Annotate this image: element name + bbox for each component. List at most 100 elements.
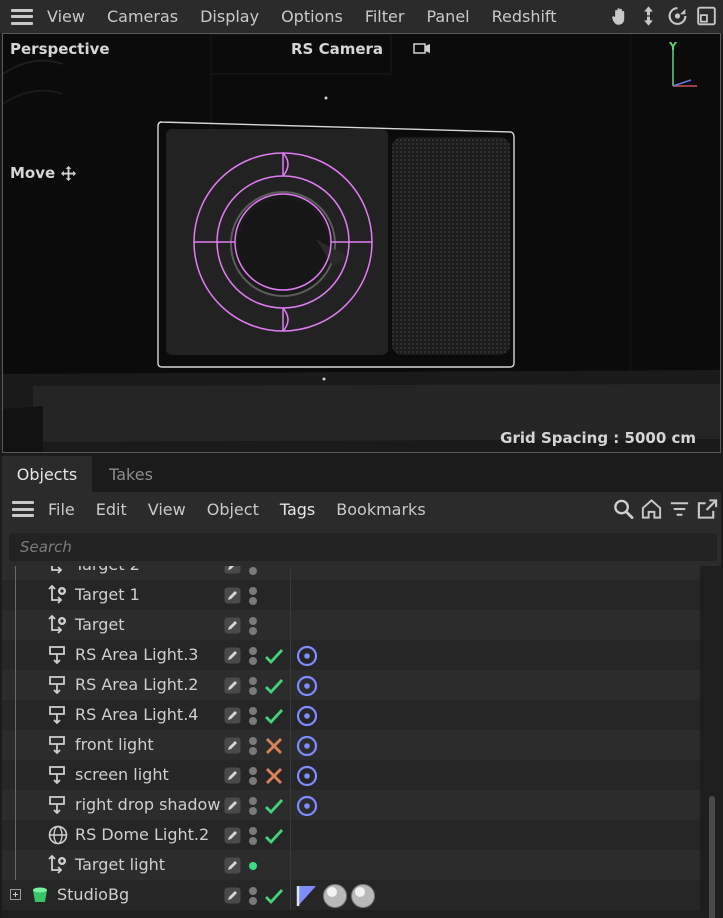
menu-view-objects[interactable]: View — [148, 500, 186, 519]
object-name[interactable]: Target 2 — [75, 566, 140, 574]
target-tag-icon[interactable] — [294, 733, 320, 759]
enabled-check-icon[interactable] — [263, 825, 285, 847]
visibility-dot-render[interactable] — [249, 777, 257, 785]
objects-hamburger-icon[interactable] — [12, 501, 34, 517]
material-tag-icon[interactable] — [350, 883, 376, 909]
expand-toggle[interactable] — [10, 889, 21, 900]
object-row[interactable]: RS Area Light.3 — [2, 640, 700, 670]
visibility-dot-editor[interactable] — [249, 887, 257, 895]
menu-panel[interactable]: Panel — [426, 7, 469, 26]
layer-edit-icon[interactable] — [224, 737, 241, 754]
visibility-dot-render[interactable] — [249, 837, 257, 845]
visibility-dot-editor[interactable] — [249, 862, 257, 870]
layer-edit-icon[interactable] — [224, 617, 241, 634]
visibility-dot-render[interactable] — [249, 897, 257, 905]
object-name[interactable]: Target 1 — [75, 585, 140, 604]
object-name[interactable]: RS Dome Light.2 — [75, 825, 209, 844]
visibility-dots[interactable] — [248, 825, 258, 847]
menu-redshift[interactable]: Redshift — [492, 7, 557, 26]
object-row[interactable]: right drop shadow — [2, 790, 700, 820]
viewport-hamburger-icon[interactable] — [11, 8, 33, 25]
visibility-dot-render[interactable] — [249, 717, 257, 725]
search-input[interactable] — [9, 533, 717, 561]
object-row[interactable]: RS Area Light.2 — [2, 670, 700, 700]
layer-edit-icon[interactable] — [224, 647, 241, 664]
object-name[interactable]: screen light — [75, 765, 169, 784]
menu-tags[interactable]: Tags — [280, 500, 315, 519]
disabled-cross-icon[interactable] — [263, 765, 285, 787]
disabled-cross-icon[interactable] — [263, 735, 285, 757]
menu-file[interactable]: File — [48, 500, 75, 519]
object-name[interactable]: RS Area Light.3 — [75, 645, 198, 664]
3d-viewport[interactable]: Perspective Y RS Camera Move Grid Spacin… — [2, 33, 721, 453]
visibility-dots[interactable] — [248, 585, 258, 607]
visibility-dot-editor[interactable] — [249, 797, 257, 805]
target-tag-icon[interactable] — [294, 673, 320, 699]
visibility-dot-editor[interactable] — [249, 827, 257, 835]
visibility-dots[interactable] — [248, 566, 258, 577]
visibility-dots[interactable] — [248, 675, 258, 697]
target-tag-icon[interactable] — [294, 763, 320, 789]
visibility-dot-render[interactable] — [249, 597, 257, 605]
list-scrollbar[interactable] — [709, 796, 715, 918]
menu-filter[interactable]: Filter — [365, 7, 405, 26]
visibility-dot-render[interactable] — [249, 657, 257, 665]
layer-edit-icon[interactable] — [224, 827, 241, 844]
menu-view[interactable]: View — [47, 7, 85, 26]
layer-edit-icon[interactable] — [224, 887, 241, 904]
visibility-dots[interactable] — [248, 885, 258, 907]
object-name[interactable]: Target light — [75, 855, 165, 874]
visibility-dots[interactable] — [248, 735, 258, 757]
layer-edit-icon[interactable] — [224, 797, 241, 814]
visibility-dots[interactable] — [248, 855, 258, 877]
menu-cameras[interactable]: Cameras — [107, 7, 178, 26]
menu-edit[interactable]: Edit — [96, 500, 127, 519]
enabled-check-icon[interactable] — [263, 795, 285, 817]
tab-objects[interactable]: Objects — [2, 456, 92, 492]
layer-edit-icon[interactable] — [224, 566, 241, 574]
material-tag-icon[interactable] — [322, 883, 348, 909]
visibility-dots[interactable] — [248, 645, 258, 667]
visibility-dot-render[interactable] — [249, 687, 257, 695]
new-window-icon[interactable] — [696, 497, 719, 521]
active-camera[interactable]: RS Camera — [291, 40, 383, 58]
object-row[interactable]: Target — [2, 610, 700, 640]
enabled-check-icon[interactable] — [263, 645, 285, 667]
object-row[interactable]: screen light — [2, 760, 700, 790]
visibility-dot-editor[interactable] — [249, 617, 257, 625]
visibility-dots[interactable] — [248, 795, 258, 817]
visibility-dot-editor[interactable] — [249, 677, 257, 685]
enabled-check-icon[interactable] — [263, 675, 285, 697]
visibility-dot-render[interactable] — [249, 747, 257, 755]
visibility-dot-editor[interactable] — [249, 767, 257, 775]
object-name[interactable]: StudioBg — [57, 885, 129, 904]
object-name[interactable]: RS Area Light.4 — [75, 705, 198, 724]
object-row[interactable]: RS Dome Light.2 — [2, 820, 700, 850]
visibility-dots[interactable] — [248, 615, 258, 637]
search-icon[interactable] — [612, 497, 635, 521]
object-name[interactable]: RS Area Light.2 — [75, 675, 198, 694]
target-tag-icon[interactable] — [294, 643, 320, 669]
filter-icon[interactable] — [668, 497, 691, 521]
layer-edit-icon[interactable] — [224, 587, 241, 604]
object-row[interactable]: front light — [2, 730, 700, 760]
object-row[interactable]: Target 2 — [2, 566, 700, 580]
object-name[interactable]: Target — [75, 615, 125, 634]
visibility-dot-editor[interactable] — [249, 647, 257, 655]
object-name[interactable]: right drop shadow — [75, 795, 220, 814]
hand-pan-icon[interactable] — [609, 5, 630, 27]
maximize-view-icon[interactable] — [696, 5, 717, 27]
home-icon[interactable] — [640, 497, 663, 521]
visibility-dots[interactable] — [248, 765, 258, 787]
menu-object[interactable]: Object — [207, 500, 259, 519]
target-tag-icon[interactable] — [294, 703, 320, 729]
phong-tag-icon[interactable] — [294, 883, 320, 909]
layer-edit-icon[interactable] — [224, 767, 241, 784]
menu-display[interactable]: Display — [200, 7, 259, 26]
visibility-dot-render[interactable] — [249, 807, 257, 815]
object-row[interactable]: RS Area Light.4 — [2, 700, 700, 730]
move-arrows-icon[interactable] — [638, 5, 659, 27]
visibility-dots[interactable] — [248, 705, 258, 727]
visibility-dot-editor[interactable] — [249, 707, 257, 715]
menu-options[interactable]: Options — [281, 7, 343, 26]
